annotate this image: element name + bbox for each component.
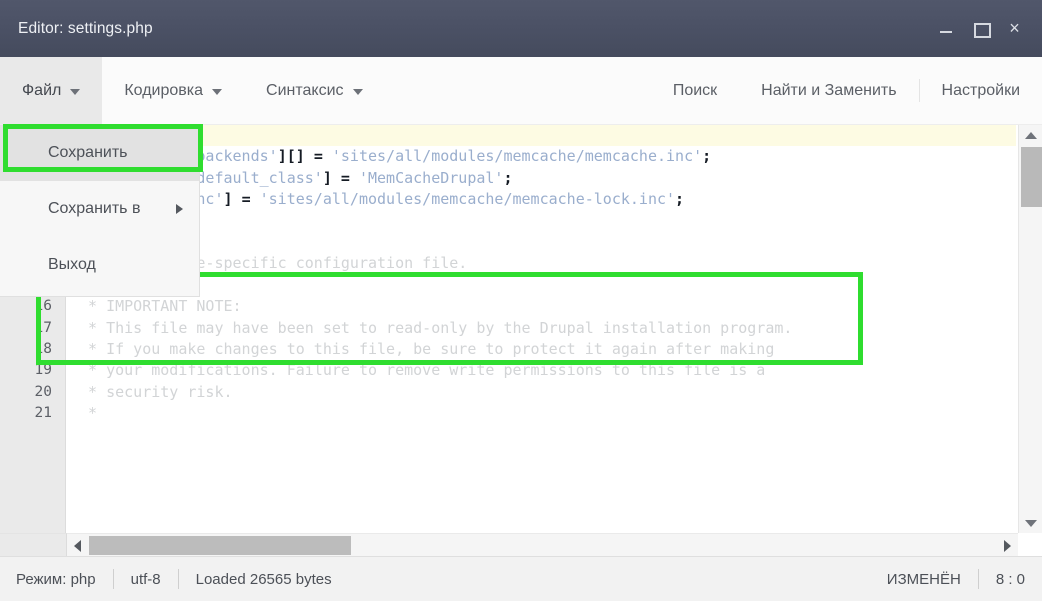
chevron-down-icon	[70, 89, 81, 95]
status-mode: Режим: php	[16, 570, 96, 588]
file-menu-item-save-label: Сохранить	[48, 144, 128, 161]
menu-item-syntax-label: Синтаксис	[266, 81, 344, 99]
file-menu-item-exit[interactable]: Выход	[0, 237, 199, 293]
file-menu-item-save[interactable]: Сохранить	[0, 125, 199, 181]
code-line[interactable]: *	[67, 275, 1016, 296]
menu-item-encoding-label: Кодировка	[124, 81, 204, 99]
code-line[interactable]: * Drupal site-specific configuration fil…	[67, 253, 1016, 274]
menu-spacer	[385, 57, 651, 124]
close-icon[interactable]: ×	[1006, 19, 1023, 37]
scroll-right-icon[interactable]	[998, 534, 1016, 557]
code-line[interactable]: /**	[67, 211, 1016, 232]
line-number: 18	[34, 340, 52, 357]
status-modified-badge: ИЗМЕНЁН	[886, 570, 961, 588]
chevron-down-icon	[352, 89, 363, 95]
menu-item-settings-label: Настройки	[941, 81, 1020, 99]
menu-item-find-replace[interactable]: Найти и Заменить	[739, 57, 918, 124]
gutter-footer	[0, 533, 67, 556]
code-line[interactable]: '	[67, 125, 1016, 147]
code-line[interactable]: *	[67, 403, 1016, 424]
file-menu-item-save-as[interactable]: Сохранить в	[0, 181, 199, 237]
code-line[interactable]: * IMPORTANT NOTE:	[67, 296, 1016, 317]
chevron-down-icon	[212, 89, 223, 95]
menu-item-settings[interactable]: Настройки	[920, 57, 1042, 124]
line-number: 16	[34, 298, 52, 315]
menu-item-file-label: Файл	[22, 81, 62, 99]
chevron-right-icon	[176, 204, 183, 214]
scroll-up-icon[interactable]	[1019, 127, 1042, 143]
horizontal-scrollbar-thumb[interactable]	[89, 536, 351, 555]
code-line[interactable]: * This file may have been set to read-on…	[67, 318, 1016, 339]
horizontal-scrollbar[interactable]	[67, 533, 1018, 556]
line-number: 19	[34, 362, 52, 379]
line-number: 20	[34, 383, 52, 400]
scroll-down-icon[interactable]	[1019, 515, 1042, 531]
vertical-scrollbar[interactable]	[1018, 125, 1042, 533]
menu-item-syntax[interactable]: Синтаксис	[244, 57, 385, 124]
menu-item-encoding[interactable]: Кодировка	[102, 57, 244, 124]
file-dropdown-menu: Сохранить Сохранить в Выход	[0, 125, 200, 297]
status-encoding: utf-8	[130, 570, 161, 588]
code-line[interactable]: * @file	[67, 232, 1016, 253]
code-line[interactable]: * If you make changes to this file, be s…	[67, 339, 1016, 360]
code-line[interactable]: $conf['cache_backends'][] = 'sites/all/m…	[67, 146, 1016, 167]
menu-bar: Файл Кодировка Синтаксис Поиск Найти и З…	[0, 57, 1042, 125]
file-menu-item-save-as-label: Сохранить в	[48, 200, 141, 217]
vertical-scrollbar-thumb[interactable]	[1021, 147, 1042, 207]
menu-item-search[interactable]: Поиск	[651, 57, 739, 124]
window-controls: ×	[938, 19, 1023, 38]
minimize-icon[interactable]	[938, 20, 955, 37]
status-loaded-bytes: Loaded 26565 bytes	[195, 570, 332, 588]
code-line[interactable]: * your modifications. Failure to remove …	[67, 360, 1016, 381]
window-title: Editor: settings.php	[18, 19, 153, 37]
code-line[interactable]: $conf['cache_default_class'] = 'MemCache…	[67, 168, 1016, 189]
line-number: 17	[34, 319, 52, 336]
editor-window: Editor: settings.php × Файл Кодировка Си…	[0, 0, 1042, 601]
line-number: 21	[34, 405, 52, 422]
code-content[interactable]: '$conf['cache_backends'][] = 'sites/all/…	[67, 125, 1016, 556]
menu-item-find-replace-label: Найти и Заменить	[761, 81, 897, 99]
code-line[interactable]: * security risk.	[67, 382, 1016, 403]
status-bar: Режим: php utf-8 Loaded 26565 bytes ИЗМЕ…	[0, 556, 1042, 601]
status-cursor-position: 8 : 0	[995, 570, 1025, 588]
scroll-left-icon[interactable]	[68, 534, 86, 557]
maximize-icon[interactable]	[972, 20, 991, 38]
title-bar: Editor: settings.php ×	[0, 0, 1042, 57]
code-line[interactable]: $conf['lock_inc'] = 'sites/all/modules/m…	[67, 189, 1016, 210]
menu-item-file[interactable]: Файл	[0, 57, 103, 124]
file-menu-item-exit-label: Выход	[48, 256, 96, 273]
menu-item-search-label: Поиск	[672, 81, 718, 99]
